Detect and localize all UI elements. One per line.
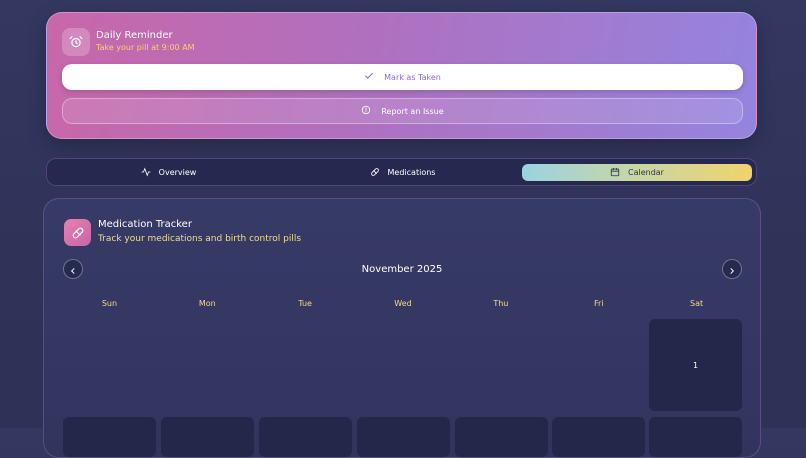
day-cell[interactable] [649, 417, 742, 457]
weekday-thu: Thu [493, 299, 509, 308]
report-issue-button[interactable]: Report an Issue [62, 98, 743, 124]
tracker-subtitle: Track your medications and birth control… [98, 234, 302, 244]
tab-calendar-label: Calendar [628, 168, 664, 177]
daily-reminder-card: Daily Reminder Take your pill at 9:00 AM… [46, 12, 757, 139]
weekday-wed: Wed [394, 299, 412, 308]
weekday-fri: Fri [593, 299, 604, 308]
day-cell[interactable] [63, 417, 156, 457]
report-issue-label: Report an Issue [381, 106, 444, 116]
calendar-icon [610, 167, 620, 179]
day-cell[interactable] [455, 417, 548, 457]
weekday-sat: Sat [690, 299, 704, 308]
tab-medications-label: Medications [387, 168, 436, 177]
alert-circle-icon [361, 105, 371, 117]
alarm-clock-icon [62, 28, 90, 56]
mark-as-taken-button[interactable]: Mark as Taken [62, 64, 743, 90]
mark-as-taken-label: Mark as Taken [384, 72, 441, 82]
check-icon [364, 71, 374, 83]
tab-bar: Overview Medications Calendar [46, 158, 757, 186]
reminder-title: Daily Reminder [96, 30, 173, 41]
chevron-right-icon [728, 260, 736, 279]
reminder-subtitle: Take your pill at 9:00 AM [96, 43, 195, 52]
tracker-title: Medication Tracker [98, 219, 192, 230]
day-cell[interactable] [161, 417, 254, 457]
tab-overview-label: Overview [158, 168, 197, 177]
pill-icon [370, 167, 380, 179]
day-number: 1 [692, 360, 699, 370]
weekday-sun: Sun [101, 299, 118, 308]
month-label: November 2025 [361, 264, 443, 275]
weekday-header: Sun Mon Tue Wed Thu Fri Sat [63, 299, 743, 308]
medication-tracker-panel: Medication Tracker Track your medication… [43, 198, 761, 458]
day-cell[interactable] [259, 417, 352, 457]
activity-icon [141, 166, 151, 179]
weekday-mon: Mon [198, 299, 216, 308]
next-month-button[interactable] [722, 259, 742, 279]
weekday-tue: Tue [298, 299, 312, 308]
day-cell[interactable] [552, 417, 645, 457]
day-cell-1[interactable]: 1 [649, 319, 742, 411]
tab-calendar[interactable]: Calendar [522, 164, 752, 181]
tab-overview[interactable]: Overview [52, 164, 285, 181]
day-cell[interactable] [357, 417, 450, 457]
tab-medications[interactable]: Medications [286, 164, 519, 181]
pill-icon [64, 219, 91, 246]
